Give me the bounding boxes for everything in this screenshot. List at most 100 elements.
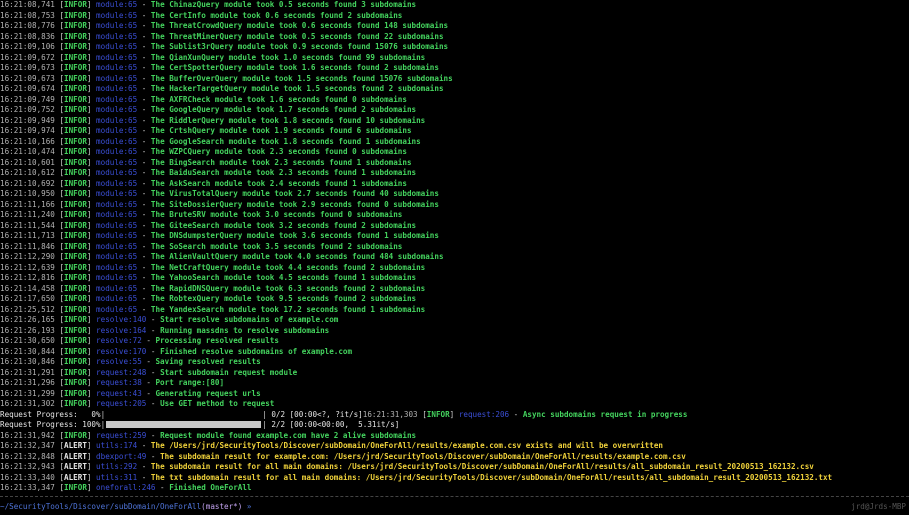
prompt-git-branch-close: ) (237, 502, 243, 511)
log-source: module:65 (96, 136, 138, 146)
log-line: 16:21:17,650 [INFOR] module:65 - The Rob… (0, 294, 417, 303)
log-source: dbexport:49 (96, 451, 147, 461)
log-source: resolve:164 (96, 325, 147, 335)
log-message: The /Users/jrd/SecurityTools/Discover/su… (150, 441, 663, 450)
log-level: INFOR (64, 294, 87, 303)
log-level: ALERT (64, 451, 87, 461)
log-line: 16:21:31,291 [INFOR] request:248 - Start… (0, 367, 298, 377)
progress-bar (106, 411, 261, 418)
log-level: INFOR (64, 136, 87, 146)
log-message: The GiteeSearch module took 3.2 seconds … (150, 220, 417, 230)
log-message: Start subdomain request module (160, 367, 298, 377)
progress-label: Request Progress: 100% (0, 420, 101, 429)
terminal-window[interactable]: 16:21:08,741 [INFOR] module:65 - The Chi… (0, 0, 909, 515)
log-timestamp: 16:21:31,299 (0, 388, 55, 398)
log-message: The SoSearch module took 3.5 seconds fou… (150, 241, 403, 251)
log-message: The RapidDNSQuery module took 6.3 second… (150, 283, 426, 293)
log-message: The RiddlerQuery module took 1.8 seconds… (150, 115, 426, 125)
log-line: 16:21:11,846 [INFOR] module:65 - The SoS… (0, 241, 403, 251)
log-line: 16:21:11,240 [INFOR] module:65 - The Bru… (0, 210, 403, 219)
log-line: 16:21:10,692 [INFOR] module:65 - The Ask… (0, 178, 407, 188)
log-line: 16:21:11,166 [INFOR] module:65 - The Sit… (0, 199, 439, 209)
log-source: module:65 (96, 126, 138, 135)
log-source: request:205 (96, 399, 147, 408)
log-line: 16:21:09,974 [INFOR] module:65 - The Crt… (0, 126, 412, 135)
log-level: INFOR (64, 262, 87, 272)
log-timestamp: 16:21:31,303 (362, 409, 418, 419)
log-source: resolve:170 (96, 346, 147, 356)
log-timestamp: 16:21:17,650 (0, 294, 55, 303)
log-timestamp: 16:21:09,674 (0, 84, 55, 93)
log-source: module:65 (96, 168, 138, 177)
log-source: request:38 (96, 378, 142, 387)
log-line: 16:21:12,290 [INFOR] module:65 - The Ali… (0, 252, 444, 261)
log-timestamp: 16:21:09,106 (0, 42, 55, 51)
log-timestamp: 16:21:32,943 (0, 462, 55, 471)
log-source: module:65 (96, 147, 138, 156)
log-message: The Sublist3rQuery module took 0.9 secon… (150, 42, 449, 51)
shell-prompt[interactable]: ~/SecurityTools/Discover/subDomain/OneFo… (0, 501, 909, 513)
log-line: 16:21:08,836 [INFOR] module:65 - The Thr… (0, 31, 444, 41)
prompt-host: jrd@Jrds-MBP (851, 502, 906, 511)
log-message: The CertSpotterQuery module took 1.6 sec… (150, 63, 439, 72)
log-line: 16:21:10,474 [INFOR] module:65 - The WZP… (0, 147, 407, 156)
log-source: module:65 (96, 0, 138, 9)
log-source: module:65 (96, 231, 138, 240)
log-message: Finished OneForAll (169, 483, 252, 492)
log-message: The BingSearch module took 2.3 seconds f… (150, 157, 412, 167)
log-line: 16:21:12,816 [INFOR] module:65 - The Yah… (0, 273, 417, 282)
log-source: module:65 (96, 73, 138, 83)
log-line: 16:21:09,674 [INFOR] module:65 - The Hac… (0, 84, 444, 93)
log-line: 16:21:11,544 [INFOR] module:65 - The Git… (0, 220, 417, 230)
log-timestamp: 16:21:26,193 (0, 325, 55, 335)
log-timestamp: 16:21:09,673 (0, 73, 55, 83)
log-source: module:65 (96, 283, 138, 293)
log-level: INFOR (64, 210, 87, 219)
log-timestamp: 16:21:08,836 (0, 31, 55, 41)
log-line: 16:21:08,741 [INFOR] module:65 - The Chi… (0, 0, 417, 9)
log-level: INFOR (64, 94, 87, 104)
log-source: resolve:140 (96, 315, 147, 324)
log-line: 16:21:31,299 [INFOR] request:43 - Genera… (0, 388, 261, 398)
log-line: 16:21:10,950 [INFOR] module:65 - The Vir… (0, 189, 439, 198)
log-source: module:65 (96, 241, 138, 251)
log-message: The AlienVaultQuery module took 4.0 seco… (150, 252, 444, 261)
log-source: module:65 (96, 273, 138, 282)
log-timestamp: 16:21:12,816 (0, 273, 55, 282)
log-source: module:65 (96, 21, 138, 30)
log-source: module:65 (96, 84, 138, 93)
log-timestamp: 16:21:32,848 (0, 451, 55, 461)
log-message: The txt subdomain result for all main do… (150, 472, 833, 482)
log-message: The CrtshQuery module took 1.9 seconds f… (150, 126, 412, 135)
log-level: INFOR (64, 252, 87, 261)
log-source: resolve:55 (96, 357, 142, 366)
log-level: INFOR (64, 115, 87, 125)
log-timestamp: 16:21:11,544 (0, 220, 55, 230)
log-source: utils:174 (96, 441, 138, 450)
log-message: Use GET method to request (160, 399, 275, 408)
log-message: The CertInfo module took 0.6 seconds fou… (150, 10, 403, 20)
log-level: INFOR (64, 199, 87, 209)
log-message: Processing resolved results (155, 336, 279, 345)
log-message: The ChinazQuery module took 0.5 seconds … (150, 0, 417, 9)
log-message: The SiteDossierQuery module took 2.9 sec… (150, 199, 439, 209)
log-level: INFOR (64, 315, 87, 324)
log-line: 16:21:33,347 [INFOR] oneforall:246 - Fin… (0, 483, 252, 492)
log-source: module:65 (96, 304, 138, 314)
log-timestamp: 16:21:09,673 (0, 63, 55, 72)
log-timestamp: 16:21:32,347 (0, 441, 55, 450)
log-timestamp: 16:21:11,846 (0, 241, 55, 251)
prompt-separator (0, 496, 909, 497)
log-line: 16:21:14,458 [INFOR] module:65 - The Rap… (0, 283, 426, 293)
log-timestamp: 16:21:31,291 (0, 367, 55, 377)
log-source: module:65 (96, 199, 138, 209)
log-timestamp: 16:21:33,347 (0, 483, 55, 492)
log-timestamp: 16:21:11,240 (0, 210, 55, 219)
log-source: module:65 (96, 210, 138, 219)
log-source: module:65 (96, 220, 138, 230)
log-level: INFOR (64, 147, 87, 156)
log-message: The subdomain result for example.com: /U… (160, 451, 686, 461)
log-source: request:259 (96, 430, 147, 440)
log-line: 16:21:26,165 [INFOR] resolve:140 - Start… (0, 315, 339, 324)
log-line: 16:21:32,848 [ALERT] dbexport:49 - The s… (0, 451, 686, 461)
